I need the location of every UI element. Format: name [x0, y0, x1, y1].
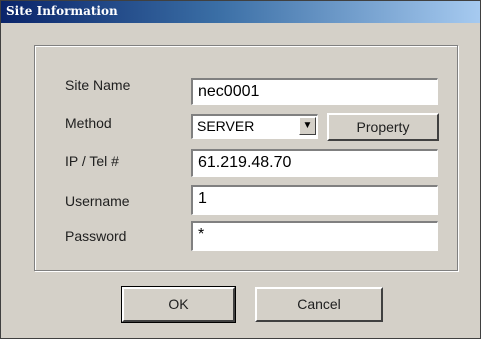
method-selected-value: SERVER: [197, 118, 255, 134]
username-input[interactable]: 1: [191, 185, 438, 215]
site-name-input[interactable]: nec0001: [191, 78, 438, 105]
method-select[interactable]: SERVER ▼: [191, 114, 318, 139]
username-label: Username: [65, 193, 130, 209]
window-title: Site Information: [6, 4, 118, 18]
title-bar[interactable]: Site Information: [1, 1, 480, 23]
cancel-button[interactable]: Cancel: [255, 287, 383, 322]
password-input[interactable]: *: [191, 221, 438, 251]
ok-button[interactable]: OK: [121, 286, 236, 323]
ip-input[interactable]: 61.219.48.70: [191, 149, 438, 177]
password-label: Password: [65, 228, 127, 244]
site-name-label: Site Name: [65, 77, 131, 93]
property-button[interactable]: Property: [327, 113, 439, 141]
site-information-dialog: Site Information Site Name nec0001 Metho…: [0, 0, 481, 339]
ip-label: IP / Tel #: [65, 153, 119, 169]
method-label: Method: [65, 115, 112, 131]
chevron-down-icon[interactable]: ▼: [299, 117, 316, 135]
